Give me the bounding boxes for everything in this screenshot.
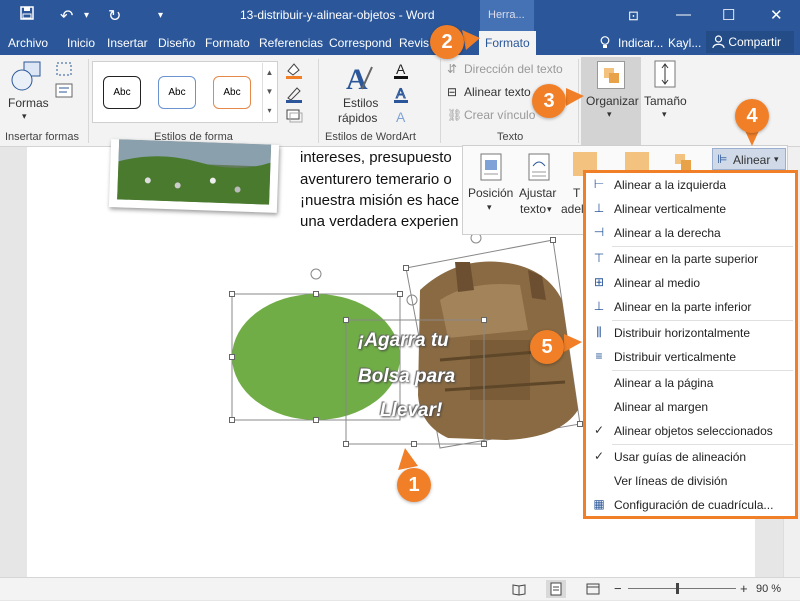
zoom-level[interactable]: 90 % (756, 583, 781, 595)
zoom-slider-thumb[interactable] (676, 583, 679, 594)
zoom-slider[interactable] (628, 588, 736, 589)
callout-5: 5 (530, 330, 564, 364)
zoom-in-button[interactable]: + (740, 581, 748, 596)
callout-3: 3 (532, 84, 566, 118)
callout-arrows (398, 30, 762, 470)
zoom-out-button[interactable]: − (614, 581, 622, 596)
callout-2: 2 (430, 25, 464, 59)
web-layout-icon[interactable] (586, 582, 600, 596)
read-mode-icon[interactable] (512, 582, 526, 596)
callout-1: 1 (397, 468, 431, 502)
print-layout-icon[interactable] (546, 580, 566, 598)
status-bar: − + 90 % (0, 577, 800, 600)
callout-4: 4 (735, 99, 769, 133)
